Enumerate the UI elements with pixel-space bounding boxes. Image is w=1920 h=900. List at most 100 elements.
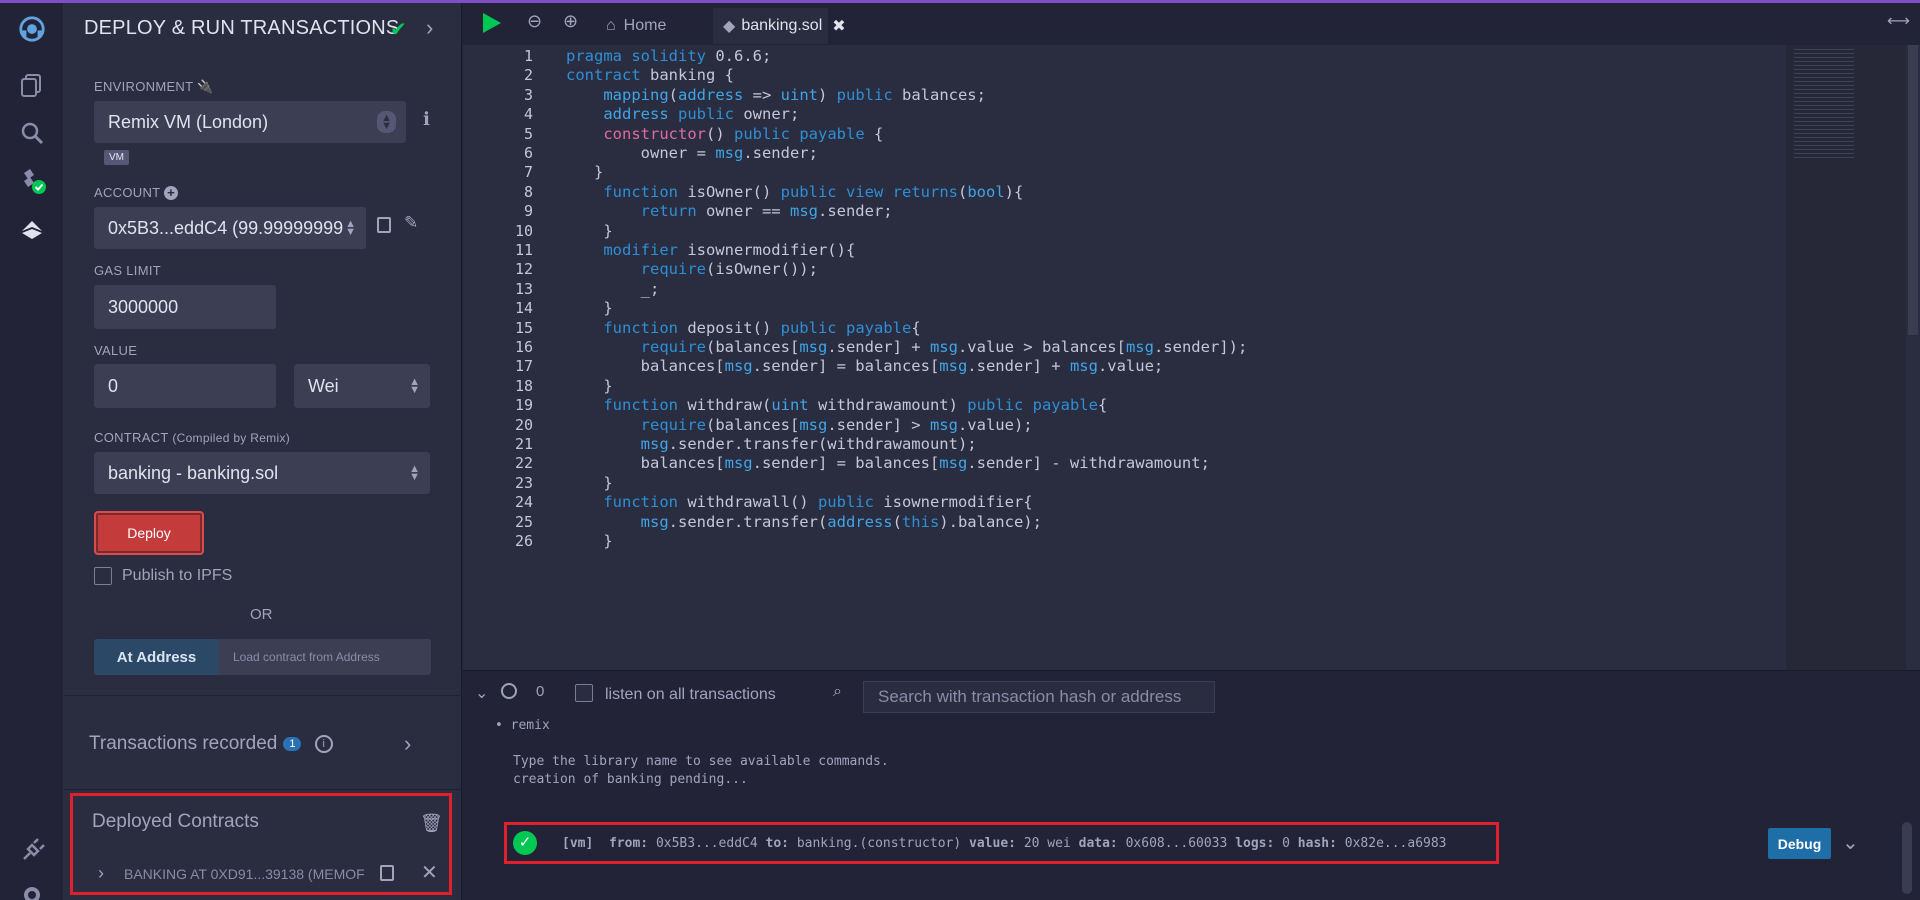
transactions-count-badge: 1 [283,736,302,751]
debug-button[interactable]: Debug [1768,828,1831,859]
search-icon[interactable] [12,113,52,153]
load-contract-address-input[interactable]: Load contract from Address [219,639,431,675]
info-icon[interactable]: ℹ [423,109,430,130]
code-line: msg.sender.transfer(withdrawamount); [640,435,977,453]
line-number: 22 [514,454,533,472]
code-editor[interactable]: 1 2 3 4 5 6 7 8 9 10 11 12 13 14 15 16 1… [463,45,1920,670]
value-unit-select[interactable]: Wei ▲ ▼ [294,364,430,408]
run-play-icon[interactable] [483,13,501,33]
chevron-right-icon[interactable]: › [404,731,411,757]
collapse-terminal-icon[interactable]: ⌄ [475,683,488,703]
contract-label: CONTRACT (Compiled by Remix) [94,430,291,445]
line-number: 26 [514,532,533,550]
terminal-scrollbar[interactable] [1902,822,1912,894]
plugin-manager-icon[interactable] [12,831,52,871]
expand-horizontal-icon[interactable]: ⟷ [1887,11,1910,31]
code-line: msg.sender.transfer(address(this).balanc… [640,513,1042,531]
solidity-compiler-icon[interactable] [12,161,52,201]
line-number: 10 [514,222,533,240]
account-select[interactable]: 0x5B3...eddC4 (99.99999999 ▲ ▼ [94,207,366,249]
code-line: return owner == msg.sender; [640,202,893,220]
line-number: 1 [523,47,533,65]
line-number: 4 [523,105,533,123]
editor-scrollbar[interactable] [1906,45,1920,670]
deploy-panel: DEPLOY & RUN TRANSACTIONS ✔ › ENVIRONMEN… [64,3,462,900]
line-number: 24 [514,493,533,511]
deployed-contracts-title: Deployed Contracts [92,811,259,832]
code-line: constructor() public payable { [603,125,884,143]
clear-console-icon[interactable] [501,683,517,699]
transactions-recorded[interactable]: Transactions recorded 1 i [89,733,333,755]
select-arrows-icon: ▲ ▼ [377,111,396,133]
environment-select[interactable]: Remix VM (London) ▲ ▼ [94,101,406,143]
line-numbers: 1 2 3 4 5 6 7 8 9 10 11 12 13 14 15 16 1… [463,45,533,670]
chevron-down-icon[interactable]: ⌄ [1842,830,1859,855]
checkmark-icon: ✔ [390,19,407,41]
line-number: 13 [514,280,533,298]
value-label: VALUE [94,343,138,358]
home-icon: ⌂ [606,17,616,34]
publish-ipfs-checkbox[interactable] [94,567,112,585]
code-line: function withdraw(uint withdrawamount) p… [603,396,1108,414]
editor-toolbar: ⊖ ⊕ ⌂ Home ◆ banking.sol ✖ ⟷ [463,3,1920,45]
deploy-run-icon[interactable] [12,209,52,249]
code-line: balances[msg.sender] = balances[msg.send… [566,357,1164,375]
code-line: _; [566,280,660,298]
code-line: modifier isownermodifier(){ [603,241,856,259]
terminal-hint: Type the library name to see available c… [513,754,889,769]
code-minimap[interactable] [1786,45,1906,670]
code-line: mapping(address => uint) public balances… [603,86,986,104]
line-number: 14 [514,299,533,317]
line-number: 6 [523,144,533,162]
line-number: 21 [514,435,533,453]
code-line: balances[msg.sender] = balances[msg.send… [566,454,1210,472]
code-line: function isOwner() public view returns(b… [603,183,1024,201]
transaction-search-input[interactable]: Search with transaction hash or address [863,681,1215,713]
line-number: 18 [514,377,533,395]
code-line: function deposit() public payable{ [603,319,921,337]
transaction-log-line[interactable]: [vm] from: 0x5B3...eddC4 to: banking.(co… [562,836,1447,851]
file-explorer-icon[interactable] [12,65,52,105]
zoom-out-icon[interactable]: ⊖ [527,11,542,32]
gas-limit-input[interactable]: 3000000 [94,285,276,329]
code-line: } [566,377,613,395]
listen-transactions-checkbox[interactable] [575,684,593,702]
line-number: 16 [514,338,533,356]
at-address-button[interactable]: At Address [94,639,219,675]
settings-gear-icon[interactable] [12,875,52,900]
account-label: ACCOUNT + [94,185,179,200]
copy-icon[interactable] [377,217,391,233]
code-line: require(isOwner()); [640,260,818,278]
vm-badge: VM [104,150,129,165]
close-tab-icon[interactable]: ✖ [832,16,845,36]
contract-select[interactable]: banking - banking.sol ▲ ▼ [94,452,430,494]
plug-icon: 🔌 [197,79,214,94]
code-line: pragma solidity 0.6.6; [566,47,772,65]
code-line: require(balances[msg.sender] > msg.value… [640,416,1033,434]
panel-title: DEPLOY & RUN TRANSACTIONS [84,17,400,39]
zoom-in-icon[interactable]: ⊕ [563,11,578,32]
deployed-contract-item[interactable]: BANKING AT 0XD91...39138 (MEMOF [124,866,364,882]
terminal-pending: creation of banking pending... [513,772,748,787]
tab-banking-sol[interactable]: ◆ banking.sol ✖ [713,8,846,44]
success-check-icon: ✓ [513,831,537,855]
deploy-button[interactable]: Deploy [94,511,204,555]
chevron-right-icon[interactable]: › [98,863,104,884]
trash-icon[interactable]: 🗑 [420,813,443,834]
copy-icon[interactable] [380,865,394,881]
code-line: } [566,532,613,550]
line-number: 23 [514,474,533,492]
plus-circle-icon[interactable]: + [164,186,179,200]
solidity-file-icon: ◆ [723,18,736,35]
tab-home[interactable]: ⌂ Home [606,8,666,44]
line-number: 3 [523,86,533,104]
value-input[interactable]: 0 [94,364,276,408]
line-number: 11 [514,241,533,259]
edit-icon[interactable]: ✎ [404,213,418,233]
line-number: 25 [514,513,533,531]
remix-logo-icon[interactable] [10,7,54,51]
info-circle-icon[interactable]: i [314,734,333,753]
chevron-right-icon[interactable]: › [426,15,433,41]
code-line: require(balances[msg.sender] + msg.value… [640,338,1248,356]
close-icon[interactable]: ✕ [421,860,438,885]
